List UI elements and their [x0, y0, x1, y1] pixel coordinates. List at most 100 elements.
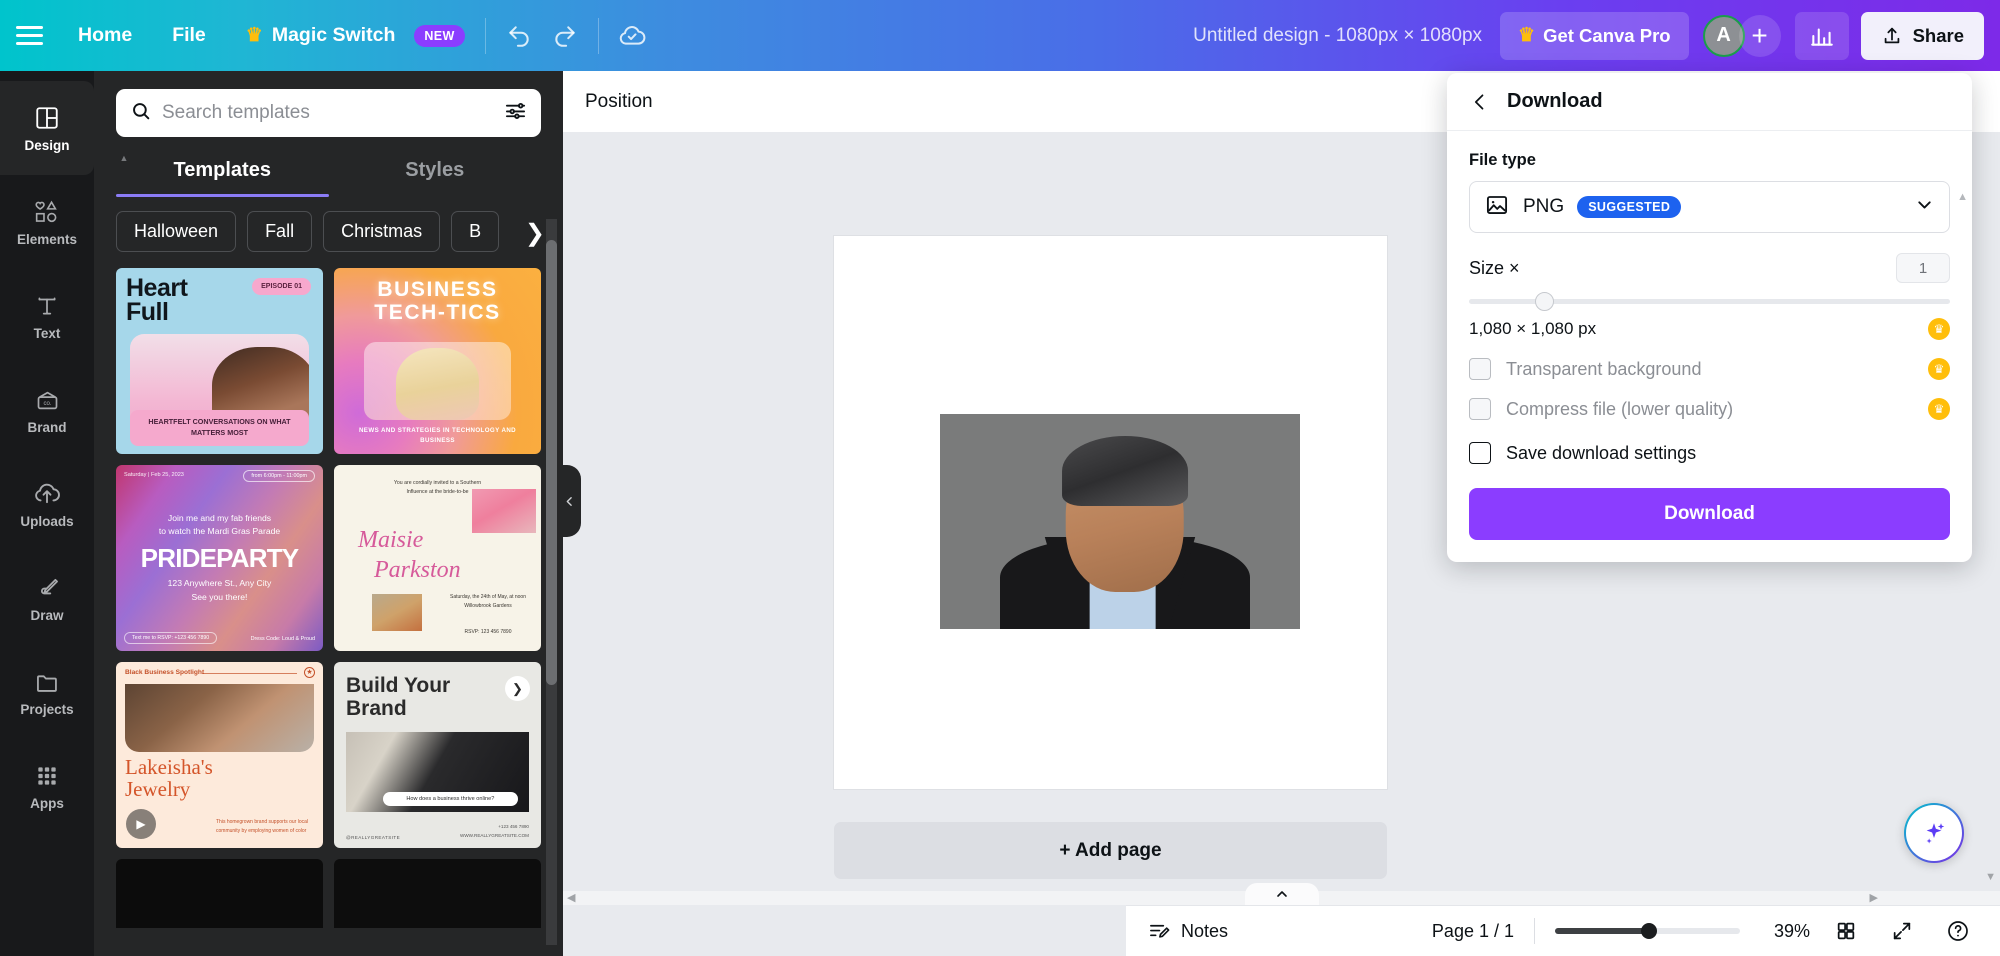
download-button[interactable]: Download	[1469, 488, 1950, 540]
template-dresscode: Dress Code: Loud & Proud	[250, 636, 315, 642]
tab-templates[interactable]: Templates	[116, 159, 329, 197]
toolbar-divider-2	[597, 17, 599, 54]
panel-scrollbar-thumb[interactable]	[546, 240, 557, 685]
template-caption: HEARTFELT CONVERSATIONS ON WHAT MATTERS …	[130, 410, 309, 446]
timeline-expand-button[interactable]	[1244, 883, 1319, 905]
insights-button[interactable]	[1794, 11, 1849, 60]
chevron-right-icon[interactable]: ❯	[525, 219, 545, 248]
template-card-maisie-parkston[interactable]: You are cordially invited to a Southern …	[334, 465, 541, 651]
svg-text:co.: co.	[43, 401, 51, 407]
footer-phone: +123 456 7890	[498, 824, 529, 830]
shapes-icon	[32, 197, 62, 227]
nav-magic-switch[interactable]: ♛ Magic Switch NEW	[226, 13, 475, 58]
panel-collapse-handle[interactable]	[557, 465, 581, 537]
top-toolbar: Home File ♛ Magic Switch NEW Untitled de…	[0, 0, 2000, 71]
add-collaborator-button[interactable]: +	[1738, 14, 1781, 57]
checkbox-save-settings[interactable]	[1469, 442, 1491, 464]
file-type-label: File type	[1469, 151, 1536, 169]
download-panel-scroll-icon[interactable]: ▲	[1957, 191, 1968, 203]
template-subtitle: Join me and my fab friends to watch the …	[116, 512, 323, 538]
template-card-dark-8[interactable]: NATALIE ALLEN	[334, 859, 541, 928]
template-title: Heart Full	[126, 276, 188, 325]
template-headline: PRIDEPARTY	[140, 543, 299, 573]
title-line-2: Brand	[346, 697, 407, 721]
canvas-scroll-down-icon[interactable]: ▼	[1985, 871, 1996, 883]
filter-sliders-icon[interactable]	[504, 99, 527, 127]
chip-christmas[interactable]: Christmas	[323, 211, 441, 252]
search-input[interactable]	[162, 102, 504, 124]
template-card-dark-7[interactable]	[116, 859, 323, 928]
play-video-icon[interactable]: ▶	[126, 809, 156, 839]
zoom-slider-knob[interactable]	[1641, 923, 1657, 939]
chip-birthday-partial[interactable]: B	[451, 211, 500, 252]
sidebar-item-draw[interactable]: Draw	[0, 551, 94, 645]
download-panel-body: File type PNG SUGGESTED Size × 1 1,080 ×…	[1447, 131, 1972, 562]
checkbox-transparent-background[interactable]	[1469, 358, 1491, 380]
template-card-lakeishas-jewelry[interactable]: Black Business Spotlight ★ Lakeisha's Je…	[116, 662, 323, 848]
sidebar-item-elements[interactable]: Elements	[0, 175, 94, 269]
grid-view-icon[interactable]	[1826, 911, 1866, 951]
position-button[interactable]: Position	[585, 91, 653, 113]
notes-button[interactable]: Notes	[1148, 920, 1228, 943]
template-card-pride-party[interactable]: Saturday | Feb 25, 2023 from 6:00pm - 11…	[116, 465, 323, 651]
undo-icon[interactable]	[496, 13, 542, 59]
sidebar-item-projects[interactable]: Projects	[0, 645, 94, 739]
document-title[interactable]: Untitled design - 1080px × 1080px	[1193, 25, 1482, 47]
size-value-input[interactable]: 1	[1896, 253, 1950, 283]
sidebar-item-text[interactable]: Text	[0, 269, 94, 363]
nav-file[interactable]: File	[152, 13, 226, 58]
design-page[interactable]	[834, 236, 1387, 789]
cloud-saved-icon[interactable]	[609, 13, 655, 59]
canva-editor-window: Home File ♛ Magic Switch NEW Untitled de…	[0, 0, 2000, 956]
template-card-business-tech-tics[interactable]: BUSINESS TECH-TICS NEWS AND STRATEGIES I…	[334, 268, 541, 454]
size-slider[interactable]	[1469, 292, 1950, 311]
brand-icon: co.	[32, 385, 62, 415]
template-address: 123 Anywhere St., Any City See you there…	[116, 577, 323, 605]
template-details: Saturday, the 24th of May, at noon Willo…	[449, 593, 527, 611]
share-button[interactable]: Share	[1860, 11, 1984, 60]
file-type-select[interactable]: PNG SUGGESTED	[1469, 181, 1950, 233]
crown-icon: ♛	[1518, 25, 1536, 46]
redo-icon[interactable]	[542, 13, 588, 59]
chip-halloween[interactable]: Halloween	[116, 211, 237, 252]
search-icon	[130, 100, 152, 127]
template-name-line-1: Maisie	[358, 527, 424, 553]
chevron-down-icon[interactable]	[1914, 194, 1935, 220]
canvas-scroll-left-icon[interactable]: ◀	[567, 891, 575, 904]
template-title: Build Your Brand	[346, 674, 450, 720]
option-label-compress: Compress file (lower quality)	[1506, 398, 1734, 419]
left-sidebar-rail: ▲ Design Elements Text co. Brand Uploads…	[0, 71, 128, 956]
option-compress-file[interactable]: Compress file (lower quality) ♛	[1469, 398, 1950, 420]
crown-icon: ♛	[1928, 358, 1950, 380]
size-dimensions-label: 1,080 × 1,080 px	[1469, 319, 1597, 338]
sidebar-item-brand[interactable]: co. Brand	[0, 363, 94, 457]
rail-scroll-up-icon[interactable]: ▲	[119, 153, 129, 164]
template-body: This homegrown brand supports our local …	[216, 819, 308, 834]
sidebar-item-uploads[interactable]: Uploads	[0, 457, 94, 551]
size-slider-knob[interactable]	[1535, 292, 1554, 311]
add-page-button[interactable]: + Add page	[834, 822, 1387, 879]
option-save-download-settings[interactable]: Save download settings	[1469, 442, 1950, 464]
template-card-heart-full[interactable]: Heart Full EPISODE 01 HEARTFELT CONVERSA…	[116, 268, 323, 454]
sidebar-item-design[interactable]: Design	[0, 81, 94, 175]
back-button[interactable]	[1469, 91, 1491, 113]
tab-styles[interactable]: Styles	[329, 159, 542, 197]
expand-icon[interactable]	[1882, 911, 1922, 951]
canvas-scroll-right-icon[interactable]: ▶	[1870, 891, 1878, 904]
sidebar-item-apps[interactable]: Apps	[0, 739, 94, 833]
portrait-photo-element[interactable]	[940, 414, 1300, 629]
option-label-save-settings: Save download settings	[1506, 442, 1697, 463]
help-icon[interactable]	[1938, 911, 1978, 951]
option-transparent-background[interactable]: Transparent background ♛	[1469, 358, 1950, 380]
checkbox-compress-file[interactable]	[1469, 398, 1491, 420]
addr-line-1: 123 Anywhere St., Any City	[167, 578, 272, 588]
option-label-transparent: Transparent background	[1506, 358, 1702, 379]
template-card-build-your-brand[interactable]: Build Your Brand ❯ How does a business t…	[334, 662, 541, 848]
magic-assistant-button[interactable]	[1904, 803, 1964, 863]
nav-home[interactable]: Home	[58, 13, 152, 58]
get-canva-pro-button[interactable]: ♛ Get Canva Pro	[1500, 11, 1689, 60]
hamburger-menu-icon[interactable]	[0, 0, 58, 71]
search-box[interactable]	[116, 89, 541, 137]
chip-fall[interactable]: Fall	[247, 211, 313, 252]
zoom-slider[interactable]	[1555, 923, 1740, 939]
